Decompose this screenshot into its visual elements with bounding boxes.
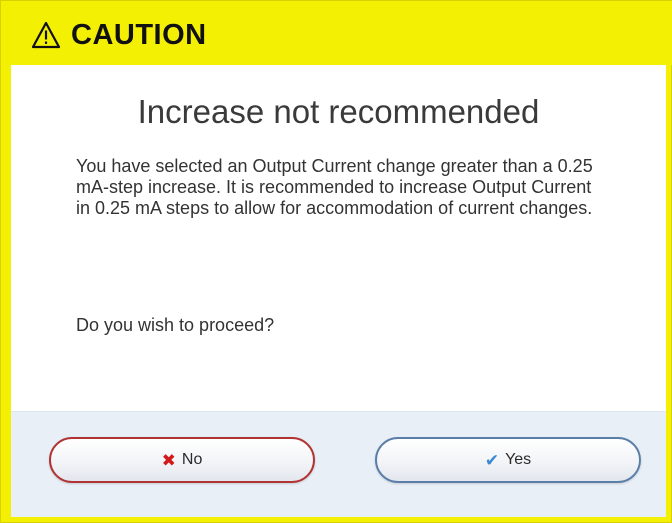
message-text: You have selected an Output Current chan… (76, 156, 593, 218)
no-button-label: No (181, 451, 203, 468)
dialog-heading: Increase not recommended (137, 93, 540, 130)
dialog-question: Do you wish to proceed? (76, 315, 275, 335)
dialog-footer: ✖ No ✔ Yes (11, 411, 666, 517)
dialog-body: Increase not recommended You have select… (11, 65, 666, 411)
warning-triangle-icon (31, 21, 61, 49)
caution-dialog: CAUTION Increase not recommended You hav… (0, 0, 672, 523)
dialog-header: CAUTION (1, 1, 672, 65)
x-icon: ✖ (161, 450, 176, 470)
yes-button-label: Yes (505, 451, 532, 468)
dialog-message: You have selected an Output Current chan… (76, 156, 596, 219)
checkmark-icon: ✔ (484, 450, 500, 470)
no-button[interactable]: ✖ No (49, 437, 315, 483)
dialog-title: CAUTION (71, 19, 207, 51)
yes-button[interactable]: ✔ Yes (375, 437, 641, 483)
